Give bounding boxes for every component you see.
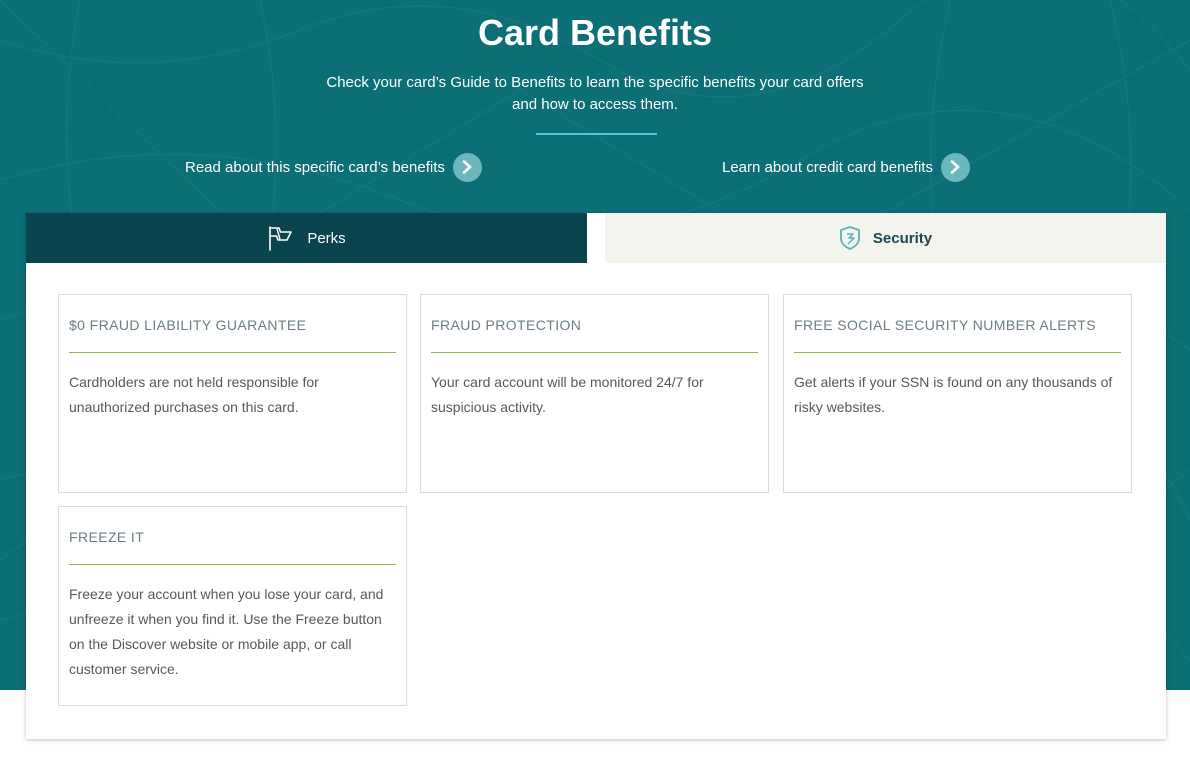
tab-perks-label: Perks [307, 229, 346, 247]
subtitle-line-1: Check your card’s Guide to Benefits to l… [326, 74, 864, 91]
benefit-card-ssn-alerts: FREE SOCIAL SECURITY NUMBER ALERTS Get a… [783, 294, 1132, 493]
benefit-description: Your card account will be monitored 24/7… [431, 374, 704, 415]
benefit-title: $0 FRAUD LIABILITY GUARANTEE [69, 317, 307, 333]
benefit-card-fraud-protection: FRAUD PROTECTION Your card account will … [420, 294, 769, 493]
benefit-card-fraud-liability: $0 FRAUD LIABILITY GUARANTEE Cardholders… [58, 294, 407, 493]
subtitle-line-2: and how to access them. [512, 96, 678, 113]
tab-perks[interactable]: Perks [26, 213, 587, 263]
shield-icon [839, 225, 861, 251]
benefit-divider [69, 352, 396, 353]
tab-security-label: Security [872, 229, 933, 247]
page-title: Card Benefits [477, 12, 713, 53]
benefit-card-freeze-it: FREEZE IT Freeze your account when you l… [58, 506, 407, 706]
benefit-description: Freeze your account when you lose your c… [69, 586, 384, 677]
benefit-description: Cardholders are not held responsible for… [69, 374, 319, 415]
credit-card-benefits-link[interactable]: Learn about credit card benefits [722, 152, 970, 182]
title-divider [536, 133, 657, 135]
benefit-description: Get alerts if your SSN is found on any t… [794, 374, 1113, 415]
specific-card-benefits-link[interactable]: Read about this specific card’s benefits [185, 152, 482, 182]
page-subtitle: Check your card’s Guide to Benefits to l… [295, 72, 895, 116]
benefit-title: FRAUD PROTECTION [431, 317, 582, 333]
benefit-divider [431, 352, 758, 353]
chevron-right-icon [940, 152, 970, 182]
benefit-title: FREEZE IT [69, 529, 145, 545]
flag-icon [267, 225, 295, 251]
benefit-divider [69, 564, 396, 565]
benefit-divider [794, 352, 1121, 353]
specific-card-benefits-link-label: Read about this specific card’s benefits [185, 158, 445, 176]
benefit-title: FREE SOCIAL SECURITY NUMBER ALERTS [794, 317, 1096, 333]
benefits-panel: Perks Security $0 FRAUD LIABILITY GUARAN… [26, 213, 1166, 739]
credit-card-benefits-link-label: Learn about credit card benefits [722, 158, 933, 176]
tab-security[interactable]: Security [605, 213, 1166, 263]
chevron-right-icon [452, 152, 482, 182]
